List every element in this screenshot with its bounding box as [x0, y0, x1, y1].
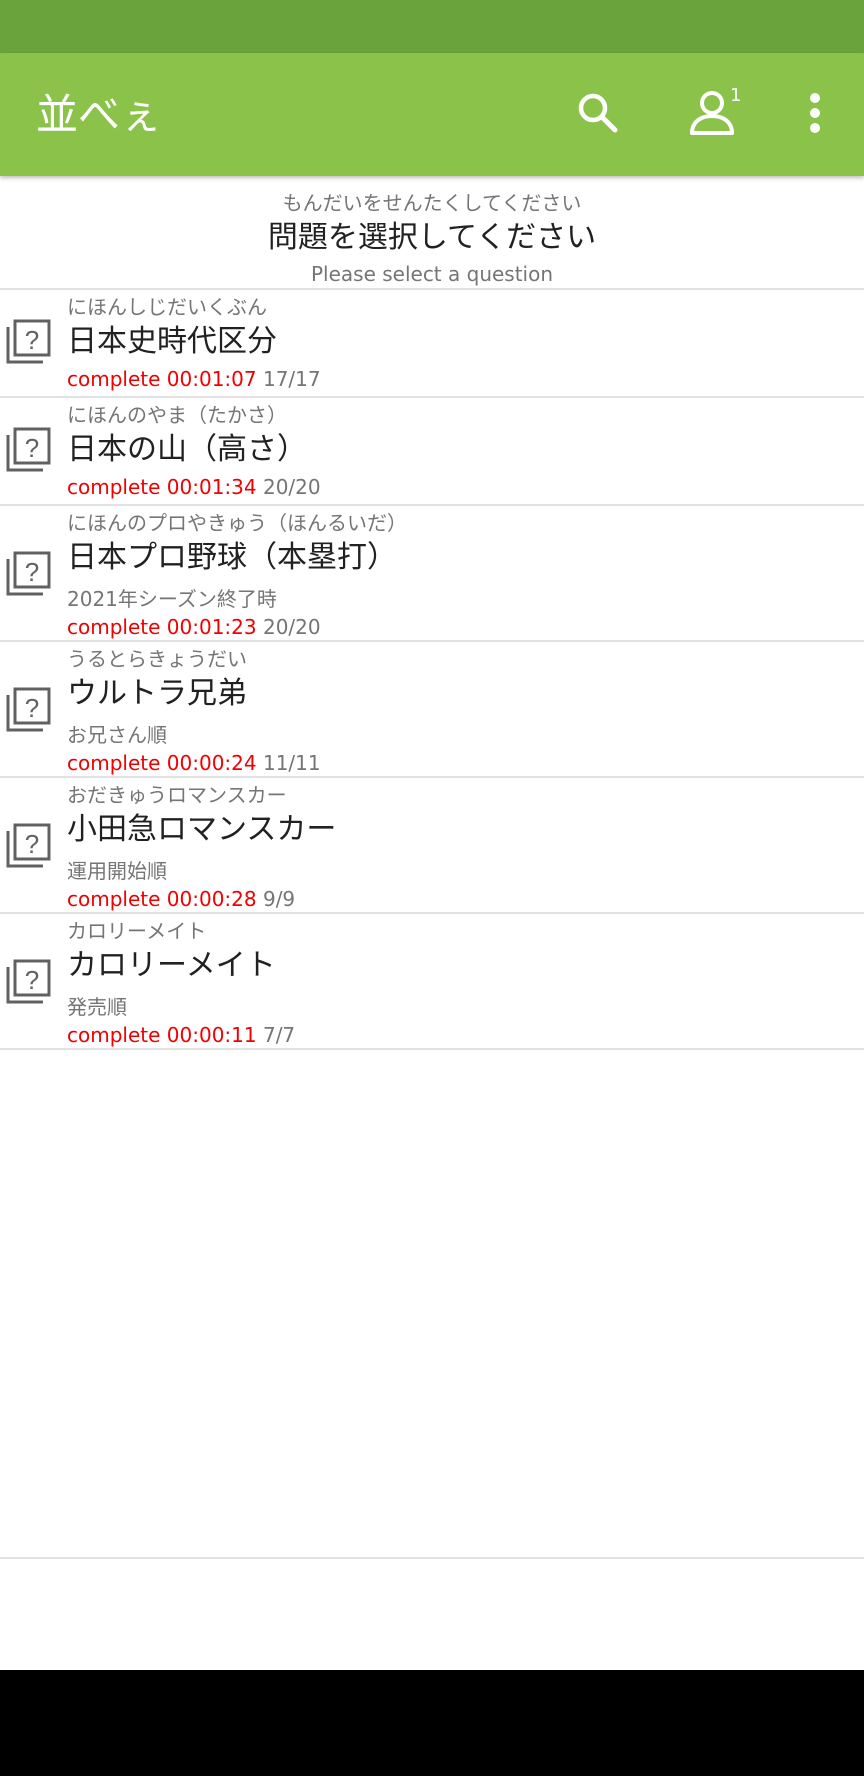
score-count: 20/20 — [262, 475, 321, 499]
score-count: 9/9 — [262, 887, 296, 911]
completion-status: complete 00:00:11 — [67, 1023, 257, 1047]
question-title: 日本史時代区分 — [67, 324, 277, 359]
completion-status: complete 00:00:28 — [67, 887, 257, 911]
question-result: complete 00:01:23 20/20 — [67, 614, 321, 640]
question-item[interactable]: ? にほんのやま（たかさ） 日本の山（高さ） complete 00:01:34… — [0, 398, 864, 506]
app-bar: 並べぇ 1 — [0, 53, 864, 176]
quiz-stack-icon: ? — [6, 687, 51, 732]
score-count: 17/17 — [262, 367, 321, 391]
app-title: 並べぇ — [36, 90, 163, 139]
completion-status: complete 00:01:34 — [67, 475, 257, 499]
svg-text:?: ? — [25, 325, 39, 355]
quiz-stack-icon: ? — [6, 427, 51, 472]
status-bar — [0, 0, 864, 53]
question-item[interactable]: ? にほんのプロやきゅう（ほんるいだ） 日本プロ野球（本塁打） 2021年シーズ… — [0, 506, 864, 642]
search-icon — [578, 93, 618, 133]
question-select-header: もんだいをせんたくしてください 問題を選択してください Please selec… — [0, 178, 864, 290]
question-result: complete 00:01:34 20/20 — [67, 474, 321, 500]
question-title: カロリーメイト — [67, 948, 276, 983]
quiz-stack-icon: ? — [6, 551, 51, 596]
question-title: 日本の山（高さ） — [67, 432, 307, 467]
user-count-badge: 1 — [730, 85, 742, 106]
completion-status: complete 00:00:24 — [67, 751, 257, 775]
svg-text:?: ? — [25, 557, 39, 587]
quiz-stack-icon: ? — [6, 823, 51, 868]
question-subtitle: 2021年シーズン終了時 — [67, 587, 277, 611]
completion-status: complete 00:01:23 — [67, 615, 257, 639]
question-list: ? にほんしじだいくぶん 日本史時代区分 complete 00:01:07 1… — [0, 290, 864, 1050]
question-reading: おだきゅうロマンスカー — [67, 783, 287, 807]
question-subtitle: 運用開始順 — [67, 859, 167, 883]
header-title: 問題を選択してください — [267, 220, 597, 255]
question-reading: にほんのやま（たかさ） — [67, 403, 287, 427]
question-item[interactable]: ? カロリーメイト カロリーメイト 発売順 complete 00:00:11 … — [0, 914, 864, 1050]
header-reading: もんだいをせんたくしてください — [282, 191, 582, 215]
question-title: ウルトラ兄弟 — [67, 676, 247, 711]
question-title: 日本プロ野球（本塁打） — [67, 540, 397, 575]
completion-status: complete 00:01:07 — [67, 367, 257, 391]
question-reading: にほんのプロやきゅう（ほんるいだ） — [67, 511, 407, 535]
question-result: complete 00:00:24 11/11 — [67, 750, 321, 776]
score-count: 11/11 — [262, 751, 321, 775]
svg-text:?: ? — [25, 829, 39, 859]
bottom-divider — [0, 1557, 864, 1559]
question-title: 小田急ロマンスカー — [67, 812, 337, 847]
question-reading: カロリーメイト — [67, 919, 207, 943]
header-english: Please select a question — [310, 262, 554, 286]
question-subtitle: お兄さん順 — [67, 723, 167, 747]
question-result: complete 00:00:11 7/7 — [67, 1022, 295, 1048]
quiz-stack-icon: ? — [6, 959, 51, 1004]
search-button[interactable] — [566, 81, 630, 145]
question-reading: うるとらきょうだい — [67, 647, 247, 671]
score-count: 7/7 — [262, 1023, 296, 1047]
question-result: complete 00:00:28 9/9 — [67, 886, 295, 912]
more-options-button[interactable] — [783, 81, 847, 145]
question-result: complete 00:01:07 17/17 — [67, 366, 321, 392]
question-item[interactable]: ? おだきゅうロマンスカー 小田急ロマンスカー 運用開始順 complete 0… — [0, 778, 864, 914]
question-item[interactable]: ? うるとらきょうだい ウルトラ兄弟 お兄さん順 complete 00:00:… — [0, 642, 864, 778]
svg-text:?: ? — [25, 965, 39, 995]
quiz-stack-icon: ? — [6, 319, 51, 364]
question-reading: にほんしじだいくぶん — [67, 295, 267, 319]
more-vert-icon — [810, 93, 820, 133]
question-item[interactable]: ? にほんしじだいくぶん 日本史時代区分 complete 00:01:07 1… — [0, 290, 864, 398]
user-button[interactable]: 1 — [680, 81, 744, 145]
question-subtitle: 発売順 — [67, 995, 127, 1019]
score-count: 20/20 — [262, 615, 321, 639]
navigation-bar — [0, 1670, 864, 1776]
svg-text:?: ? — [25, 433, 39, 463]
svg-text:?: ? — [25, 693, 39, 723]
